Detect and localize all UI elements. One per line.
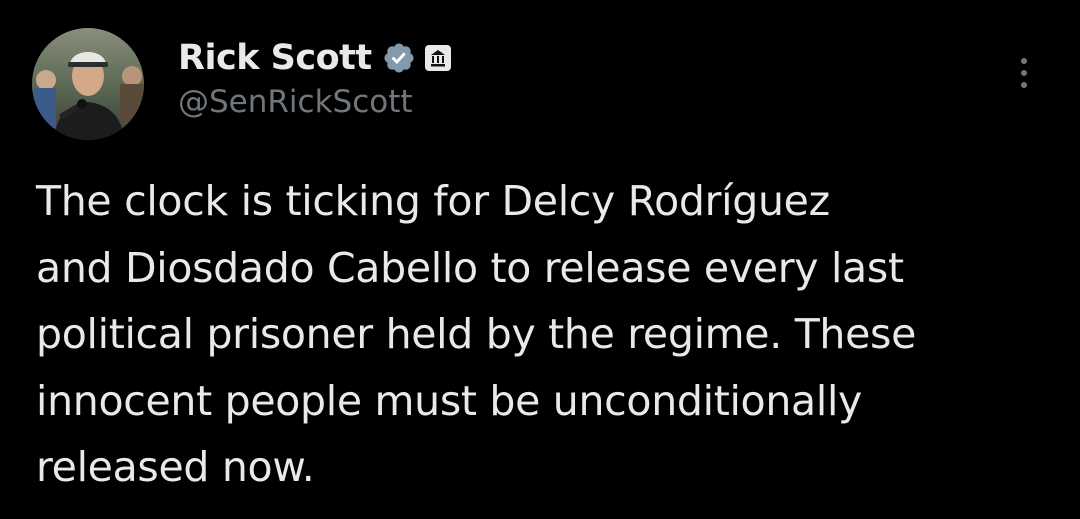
tweet-text-line: released now. <box>36 443 315 491</box>
author-name-row: Rick Scott <box>178 34 452 82</box>
author-handle[interactable]: @SenRickScott <box>178 84 413 120</box>
more-dot <box>1021 82 1027 88</box>
avatar-photo <box>32 28 144 140</box>
more-options-icon[interactable] <box>1006 50 1042 96</box>
tweet-text-line: innocent people must be unconditionally <box>36 376 862 425</box>
tweet-text-line: and Diosdado Cabello to release every la… <box>36 243 904 292</box>
tweet-card: Rick Scott @SenRickScott The clock is ti… <box>0 0 1080 519</box>
tweet-text: The clock is ticking for Delcy Rodríguez… <box>36 168 1046 501</box>
tweet-text-line: The clock is ticking for Delcy Rodríguez <box>36 177 830 225</box>
verified-badge-icon[interactable] <box>382 41 416 75</box>
display-name[interactable]: Rick Scott <box>178 38 372 78</box>
avatar[interactable] <box>32 28 144 140</box>
more-dot <box>1021 58 1027 64</box>
government-building-icon[interactable] <box>424 44 452 72</box>
tweet-text-line: political prisoner held by the regime. T… <box>36 310 917 358</box>
more-dot <box>1021 70 1027 76</box>
